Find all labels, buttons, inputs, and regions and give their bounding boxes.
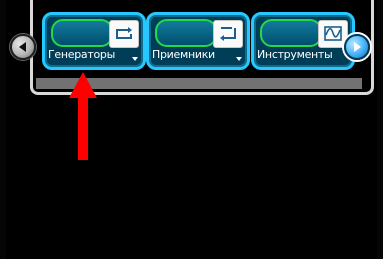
tab-label: Приемники bbox=[152, 48, 215, 61]
tab-indicator bbox=[155, 19, 217, 47]
dropdown-triangle-icon bbox=[132, 57, 138, 61]
tab-indicator bbox=[260, 19, 322, 47]
screen: Генераторы Приемники Инструменты bbox=[6, 0, 377, 259]
scroll-left-button[interactable] bbox=[10, 34, 36, 60]
tab-instruments[interactable]: Инструменты bbox=[251, 12, 355, 70]
tab-label: Инструменты bbox=[257, 48, 333, 61]
tab-label: Генераторы bbox=[48, 48, 115, 61]
dropdown-triangle-icon bbox=[236, 57, 242, 61]
tab-generators[interactable]: Генераторы bbox=[42, 12, 146, 70]
annotation-arrow-icon bbox=[69, 72, 97, 160]
tab-receivers[interactable]: Приемники bbox=[146, 12, 250, 70]
arrow-right-icon bbox=[354, 42, 361, 52]
arrow-left-icon bbox=[19, 42, 26, 52]
generator-icon bbox=[109, 20, 139, 48]
tab-indicator bbox=[51, 19, 113, 47]
receiver-icon bbox=[213, 20, 243, 48]
scroll-right-button[interactable] bbox=[344, 34, 370, 60]
